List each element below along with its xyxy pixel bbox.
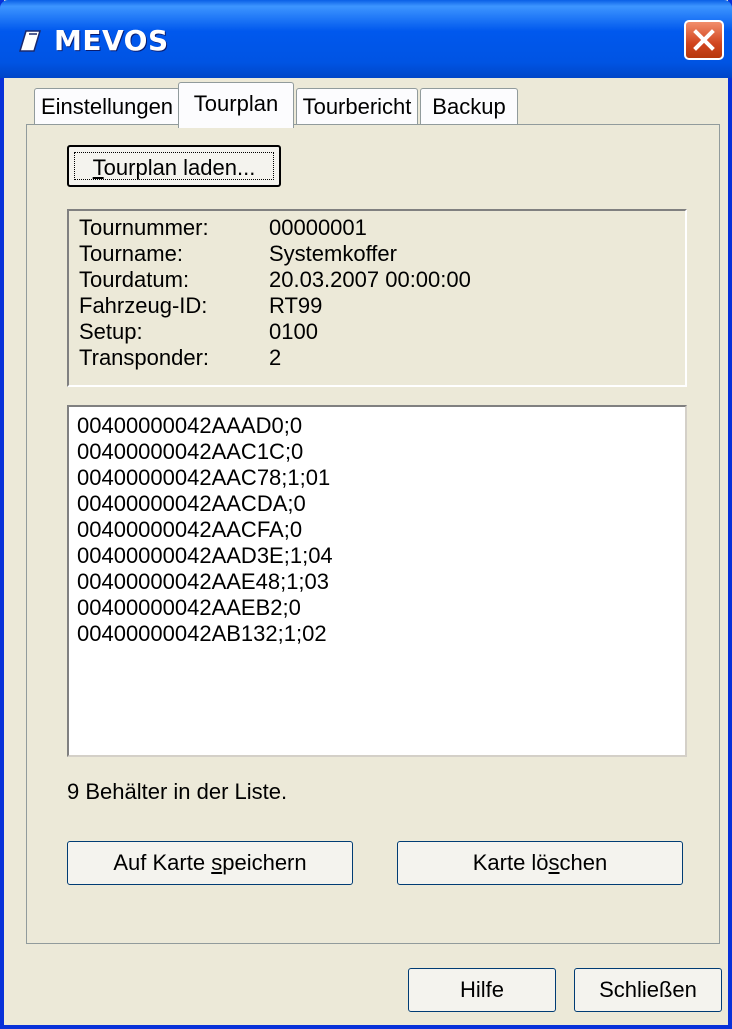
- list-item[interactable]: 00400000042AAC78;1;01: [77, 465, 330, 491]
- container-list[interactable]: 00400000042AAAD0;0 00400000042AAC1C;0 00…: [67, 405, 687, 757]
- tab-tourplan[interactable]: Tourplan: [178, 82, 294, 128]
- list-item[interactable]: 00400000042AAD3E;1;04: [77, 543, 333, 569]
- save-to-card-button[interactable]: Auf Karte speichern: [67, 841, 353, 885]
- close-dialog-button[interactable]: Schließen: [574, 968, 722, 1012]
- list-item[interactable]: 00400000042AAEB2;0: [77, 595, 301, 621]
- tour-info-box: Tournummer: 00000001 Tourname: Systemkoffe…: [67, 209, 687, 387]
- list-item[interactable]: 00400000042AACDA;0: [77, 491, 306, 517]
- help-button[interactable]: Hilfe: [408, 968, 556, 1012]
- window-title: MEVOS: [54, 24, 169, 57]
- tab-tourbericht[interactable]: Tourbericht: [296, 88, 418, 124]
- list-item[interactable]: 00400000042AACFA;0: [77, 517, 302, 543]
- close-icon: [693, 29, 715, 51]
- tab-einstellungen[interactable]: Einstellungen: [34, 88, 180, 124]
- list-item[interactable]: 00400000042AB132;1;02: [77, 621, 327, 647]
- tourplan-tab-panel: Tourplan laden... Tournummer: 00000001 To…: [26, 124, 720, 944]
- delete-card-button[interactable]: Karte löschen: [397, 841, 683, 885]
- window-close-button[interactable]: [684, 20, 724, 60]
- mevos-window: MEVOS Tourplan laden... Tournummer: 00000…: [0, 0, 732, 1029]
- load-tourplan-label: Tourplan laden...: [74, 152, 274, 180]
- list-item[interactable]: 00400000042AAE48;1;03: [77, 569, 329, 595]
- list-item[interactable]: 00400000042AAC1C;0: [77, 439, 303, 465]
- load-tourplan-button[interactable]: Tourplan laden...: [67, 145, 281, 187]
- app-icon: [18, 30, 42, 52]
- title-bar[interactable]: MEVOS: [0, 0, 732, 78]
- list-count-status: 9 Behälter in der Liste.: [67, 779, 288, 804]
- tab-backup[interactable]: Backup: [420, 88, 518, 124]
- list-item[interactable]: 00400000042AAAD0;0: [77, 413, 302, 439]
